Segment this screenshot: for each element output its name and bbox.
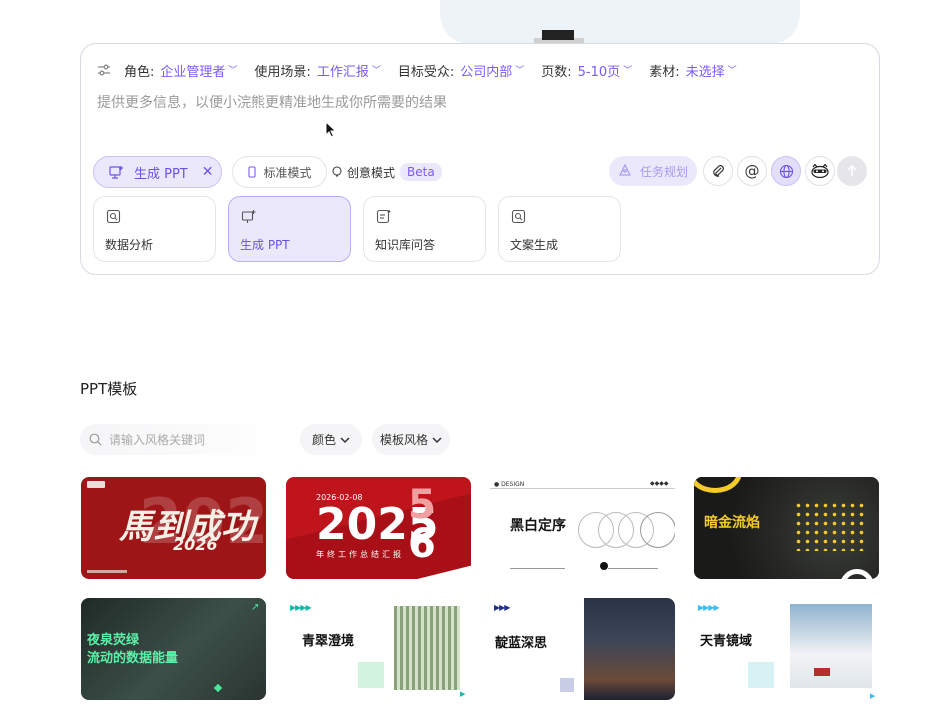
quick-action-copywriting[interactable]: 文案生成 (498, 196, 621, 262)
page: 角色: 企业管理者 ﹀ 使用场景: 工作汇报 ﹀ 目标受众: 公司内部 ﹀ 页数… (0, 0, 946, 712)
prompt-card: 角色: 企业管理者 ﹀ 使用场景: 工作汇报 ﹀ 目标受众: 公司内部 ﹀ 页数… (80, 43, 880, 275)
web-search-button[interactable] (771, 156, 801, 186)
template-card[interactable]: ↗ 夜泉荧绿 流动的数据能量 (81, 598, 266, 700)
standard-mode-label: 标准模式 (263, 165, 312, 180)
phone-icon (248, 166, 257, 178)
param-material[interactable]: 素材: 未选择 ﹀ (649, 61, 736, 80)
param-value: 企业管理者 (160, 64, 226, 80)
beta-badge: Beta (400, 163, 442, 181)
presentation-icon (109, 166, 123, 179)
paperclip-icon (713, 165, 724, 177)
quick-action-generate-ppt[interactable]: 生成 PPT (228, 196, 351, 262)
template-title: 青翠澄境 (302, 634, 355, 649)
tasks-icon (619, 164, 631, 176)
arrow-up-icon (847, 165, 857, 176)
param-label: 素材: (649, 64, 680, 80)
search-placeholder: 请输入风格关键词 (109, 433, 206, 447)
template-subtitle: 2026 (173, 535, 218, 554)
param-role[interactable]: 角色: 企业管理者 ﹀ (124, 61, 237, 80)
filter-label: 颜色 (311, 433, 336, 447)
lightbulb-icon (332, 166, 342, 177)
template-card[interactable]: 暗金流焰 (694, 477, 879, 579)
search-document-icon (511, 209, 526, 224)
task-plan-button[interactable]: 任务规划 (609, 156, 697, 186)
template-title: 黑白定序 (510, 518, 566, 534)
template-card[interactable]: 2026 馬到成功 2026 (81, 477, 266, 579)
chevron-down-icon: ﹀ (515, 65, 525, 76)
template-card[interactable]: ▶▶▶▶ 天青镜域 ▶ (694, 598, 879, 700)
chevron-down-icon: ﹀ (727, 65, 737, 76)
task-plan-label: 任务规划 (639, 164, 688, 179)
ppt-mode-chip[interactable]: 生成 PPT ✕ (93, 156, 222, 188)
prompt-toolbar: 生成 PPT ✕ 标准模式 创意模式 Beta 任务规划 @ (93, 156, 867, 188)
search-icon (89, 433, 102, 446)
template-subtitle: 流动的数据能量 (87, 651, 179, 666)
chevron-down-icon: ﹀ (228, 65, 238, 76)
template-title: 靛蓝深思 (495, 636, 548, 651)
analysis-icon (106, 209, 121, 224)
creative-mode-label: 创意模式 (347, 165, 396, 180)
mention-button[interactable]: @ (737, 156, 767, 186)
document-icon (376, 209, 391, 224)
param-pages[interactable]: 页数: 5-10页 ﹀ (541, 61, 632, 80)
param-label: 使用场景: (254, 64, 311, 80)
sliders-icon[interactable] (97, 63, 111, 77)
template-card[interactable]: ● DESIGN ◆◆◆◆ 黑白定序 (490, 477, 675, 579)
params-row: 角色: 企业管理者 ﹀ 使用场景: 工作汇报 ﹀ 目标受众: 公司内部 ﹀ 页数… (97, 59, 754, 81)
template-card[interactable]: ▶▶▶ 靛蓝深思 (490, 598, 675, 700)
param-label: 页数: (541, 64, 572, 80)
quick-action-label: 知识库问答 (375, 238, 436, 252)
param-audience[interactable]: 目标受众: 公司内部 ﹀ (398, 61, 524, 80)
param-value: 公司内部 (460, 64, 513, 80)
attach-button[interactable] (703, 156, 733, 186)
template-title: 夜泉荧绿 (87, 633, 140, 648)
send-button[interactable] (837, 156, 867, 186)
quick-action-label: 文案生成 (510, 238, 559, 252)
template-caption: 年终工作总结汇报 (316, 550, 404, 559)
templates-section-title: PPT模板 (80, 380, 138, 398)
mascot-button[interactable] (805, 156, 835, 186)
close-icon[interactable]: ✕ (202, 164, 214, 180)
template-search-input[interactable]: 请输入风格关键词 (80, 424, 286, 455)
at-icon: @ (744, 162, 760, 180)
param-value: 5-10页 (577, 64, 621, 80)
presentation-icon (241, 210, 256, 223)
quick-action-label: 数据分析 (105, 238, 154, 252)
prompt-input[interactable]: 提供更多信息，以便小浣熊更精准地生成你所需要的结果 (97, 92, 447, 112)
mouse-cursor-icon (325, 121, 337, 138)
chevron-down-icon (340, 436, 350, 443)
param-value: 未选择 (685, 64, 725, 80)
style-filter[interactable]: 模板风格 (372, 424, 450, 455)
param-value: 工作汇报 (316, 64, 369, 80)
chevron-down-icon: ﹀ (623, 65, 633, 76)
template-card[interactable]: ▶▶▶▶ 青翠澄境 ▶ (286, 598, 471, 700)
template-card[interactable]: 2026-02-08 2025 6 5 年终工作总结汇报 (286, 477, 471, 579)
mascot-fragment (440, 0, 800, 44)
param-label: 目标受众: (397, 64, 455, 80)
globe-icon (779, 164, 793, 178)
raccoon-icon (811, 164, 829, 178)
chevron-down-icon: ﹀ (371, 65, 381, 76)
chevron-down-icon (432, 436, 442, 443)
ppt-mode-label: 生成 PPT (134, 166, 188, 182)
creative-mode-toggle[interactable]: 创意模式 Beta (331, 156, 442, 188)
standard-mode-button[interactable]: 标准模式 (232, 156, 327, 188)
template-title: 天青镜域 (700, 634, 753, 649)
color-filter[interactable]: 颜色 (300, 424, 362, 455)
template-title: 暗金流焰 (704, 515, 760, 531)
quick-action-data-analysis[interactable]: 数据分析 (93, 196, 216, 262)
param-scenario[interactable]: 使用场景: 工作汇报 ﹀ (254, 61, 380, 80)
param-label: 角色: (124, 64, 155, 80)
filter-label: 模板风格 (379, 433, 428, 447)
quick-action-label: 生成 PPT (240, 238, 290, 252)
quick-action-knowledge-qa[interactable]: 知识库问答 (363, 196, 486, 262)
